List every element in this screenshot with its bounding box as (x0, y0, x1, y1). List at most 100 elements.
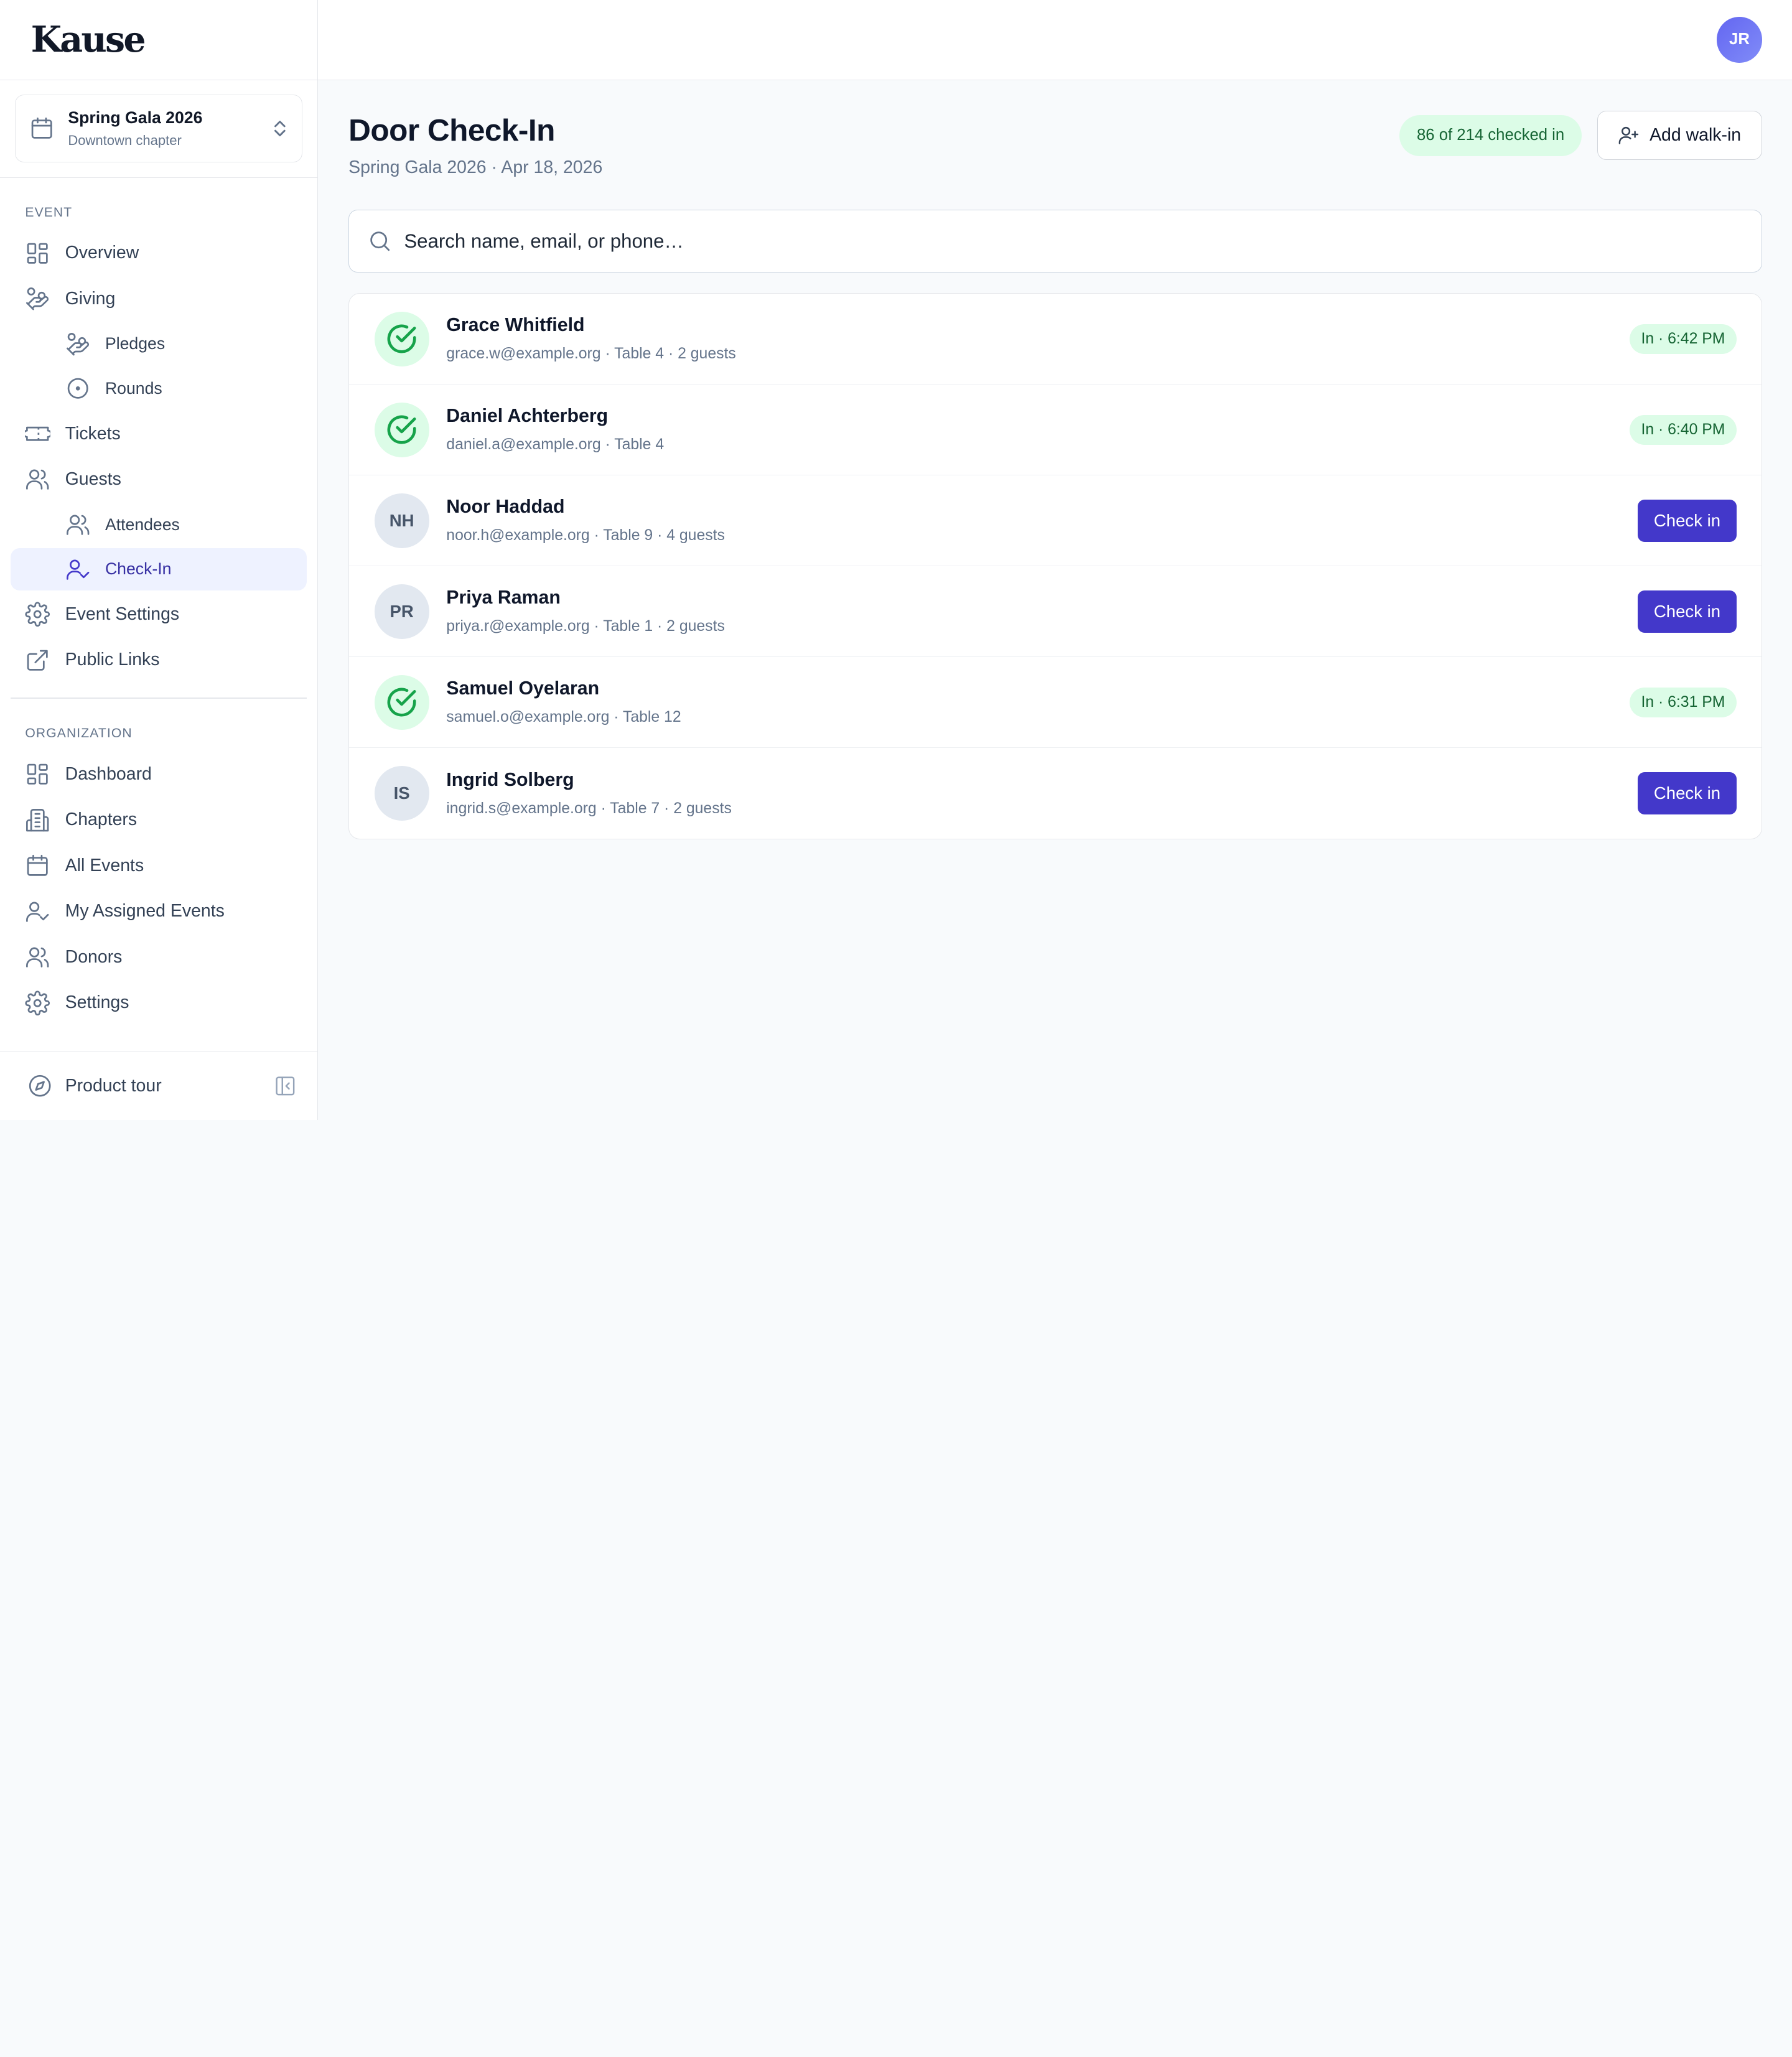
nav-item-pledges[interactable]: Pledges (11, 323, 307, 365)
user-check-icon (25, 899, 50, 924)
gear-icon (25, 990, 50, 1015)
users-icon (25, 467, 50, 492)
nav-item-label: Overview (65, 243, 139, 263)
page-subtitle: Spring Gala 2026 · Apr 18, 2026 (348, 157, 603, 177)
nav-item-label: Rounds (105, 379, 162, 398)
nav-item-label: All Events (65, 855, 144, 875)
guest-info: Samuel Oyelaran samuel.o@example.org · Ta… (446, 678, 1630, 726)
section-label-event: EVENT (25, 205, 73, 220)
guest-name: Noor Haddad (446, 497, 565, 518)
nav-item-label: Donors (65, 946, 123, 967)
nav-item-check-in[interactable]: Check-In (10, 548, 307, 590)
nav-item-label: Public Links (65, 650, 160, 670)
add-walk-in-label: Add walk-in (1650, 125, 1742, 146)
check-circle-icon (374, 674, 429, 730)
guest-meta: priya.r@example.org · Table 1 · 2 guests (446, 618, 725, 635)
guest-meta: noor.h@example.org · Table 9 · 4 guests (446, 527, 725, 544)
header-actions: 86 of 214 checked in Add walk-in (1399, 111, 1763, 161)
nav-item-donors[interactable]: Donors (11, 935, 307, 979)
building-icon (25, 808, 50, 833)
hand-coins-icon (65, 332, 90, 357)
guest-row: Grace Whitfield grace.w@example.org · Tab… (349, 294, 1762, 385)
event-chapter: Downtown chapter (68, 132, 182, 148)
grid-icon (25, 241, 50, 266)
ticket-icon (25, 421, 50, 446)
event-switcher[interactable]: Spring Gala 2026 Downtown chapter (14, 95, 302, 162)
nav-item-label: Chapters (65, 809, 138, 830)
nav-item-label: Pledges (105, 334, 166, 353)
guest-meta: samuel.o@example.org · Table 12 (446, 709, 681, 726)
main-area: JR Door Check-In Spring Gala 2026 · Apr … (317, 0, 1792, 1120)
search-icon (368, 229, 392, 253)
checked-in-status-badge: In · 6:31 PM (1630, 687, 1737, 717)
event-name: Spring Gala 2026 (68, 108, 203, 128)
brand-logo[interactable]: Kause (31, 19, 146, 60)
nav-item-giving[interactable]: Giving (11, 278, 307, 321)
topbar: JR (317, 0, 1792, 80)
user-check-icon (65, 557, 90, 582)
user-avatar[interactable]: JR (1716, 17, 1763, 63)
guest-row: PR Priya Raman priya.r@example.org · Table… (349, 566, 1762, 658)
gear-icon (25, 602, 50, 627)
guest-info: Daniel Achterberg daniel.a@example.org · … (446, 406, 1630, 454)
check-in-button[interactable]: Check in (1638, 772, 1737, 815)
add-walk-in-button[interactable]: Add walk-in (1597, 111, 1763, 161)
guest-info: Ingrid Solberg ingrid.s@example.org · Tab… (446, 770, 1638, 818)
search-input[interactable] (404, 230, 1762, 253)
collapse-sidebar-icon[interactable] (274, 1075, 297, 1098)
nav-item-attendees[interactable]: Attendees (11, 503, 307, 546)
guest-initials-avatar: PR (374, 584, 429, 639)
guest-name: Samuel Oyelaran (446, 678, 600, 699)
users-icon (65, 512, 90, 537)
guest-initials-avatar: IS (374, 766, 429, 821)
nav-item-rounds[interactable]: Rounds (11, 368, 307, 410)
chevron-up-down-icon (272, 118, 288, 139)
guest-info: Noor Haddad noor.h@example.org · Table 9 … (446, 497, 1638, 544)
user-plus-icon (1618, 124, 1640, 146)
calendar-icon (25, 853, 50, 878)
guest-name: Grace Whitfield (446, 315, 585, 336)
page-content: Door Check-In Spring Gala 2026 · Apr 18,… (318, 80, 1792, 840)
event-switcher-text: Spring Gala 2026 Downtown chapter (68, 108, 272, 148)
nav-item-chapters[interactable]: Chapters (11, 798, 307, 842)
nav-item-event-settings[interactable]: Event Settings (11, 592, 307, 636)
nav-item-public-links[interactable]: Public Links (11, 638, 307, 682)
guest-info: Grace Whitfield grace.w@example.org · Tab… (446, 315, 1630, 363)
circle-dot-icon (65, 376, 90, 401)
nav-item-all-events[interactable]: All Events (11, 844, 307, 888)
nav-item-tickets[interactable]: Tickets (11, 412, 307, 455)
nav-item-overview[interactable]: Overview (11, 231, 307, 275)
check-in-button[interactable]: Check in (1638, 590, 1737, 633)
compass-icon (27, 1073, 52, 1098)
logo-bar: Kause (0, 0, 317, 80)
nav-item-label: Giving (65, 288, 116, 309)
guest-meta: grace.w@example.org · Table 4 · 2 guests (446, 345, 736, 362)
check-in-button[interactable]: Check in (1638, 499, 1737, 542)
nav-divider (10, 697, 307, 699)
guest-meta: ingrid.s@example.org · Table 7 · 2 guest… (446, 800, 732, 817)
nav-item-guests[interactable]: Guests (11, 458, 307, 501)
nav-item-label: Event Settings (65, 604, 180, 624)
check-circle-icon (374, 402, 429, 457)
product-tour-button[interactable]: Product tour (27, 1073, 274, 1098)
guest-name: Priya Raman (446, 587, 561, 609)
guest-search (348, 210, 1763, 273)
guest-row: IS Ingrid Solberg ingrid.s@example.org · T… (349, 748, 1762, 839)
guest-meta: daniel.a@example.org · Table 4 (446, 436, 665, 454)
nav-item-my-assigned-events[interactable]: My Assigned Events (11, 890, 307, 933)
product-tour-label: Product tour (65, 1075, 162, 1096)
nav-item-label: Check-In (105, 559, 172, 579)
app-shell: Kause Spring Gala 2026 Downtown chapter … (0, 0, 1792, 1120)
nav-item-settings[interactable]: Settings (11, 981, 307, 1025)
calendar-icon (29, 116, 54, 141)
check-circle-icon (374, 311, 429, 366)
guest-name: Ingrid Solberg (446, 769, 574, 790)
guest-initials-avatar: NH (374, 493, 429, 548)
nav-item-label: Guests (65, 469, 121, 490)
checked-in-count-badge: 86 of 214 checked in (1399, 114, 1582, 156)
nav-item-label: Settings (65, 992, 129, 1013)
guest-list: Grace Whitfield grace.w@example.org · Tab… (348, 293, 1763, 840)
nav-item-dashboard[interactable]: Dashboard (11, 753, 307, 796)
nav-item-label: Dashboard (65, 763, 152, 784)
guest-row: NH Noor Haddad noor.h@example.org · Table … (349, 475, 1762, 567)
